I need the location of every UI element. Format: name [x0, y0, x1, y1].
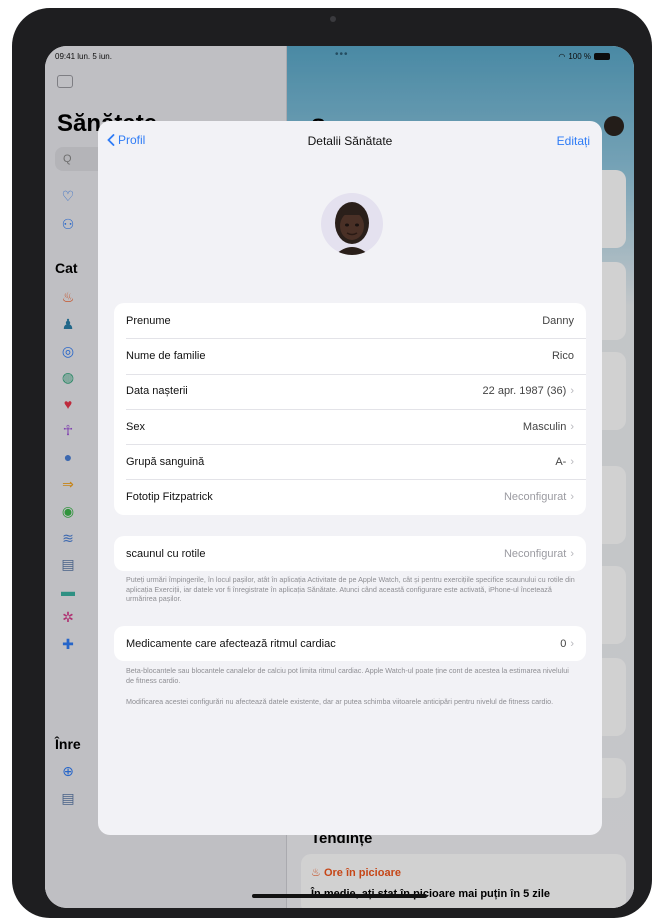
wheelchair-footnote: Puteți urmări împingerile, în locul pași…	[126, 575, 575, 603]
detail-value: A-	[555, 455, 567, 468]
detail-label: Fototip Fitzpatrick	[126, 491, 213, 504]
edit-button[interactable]: Editați	[557, 134, 590, 148]
detail-label: Prenume	[126, 314, 171, 327]
detail-value: Rico	[551, 349, 574, 362]
chevron-right-icon: ›	[570, 385, 574, 398]
wheelchair-list: scaunul cu rotile Neconfigurat ›	[114, 536, 586, 572]
wheelchair-value: Neconfigurat	[503, 547, 567, 560]
nav-bar: Profil Detalii Sănătate Editați	[98, 121, 602, 161]
chevron-right-icon: ›	[570, 547, 574, 560]
details-list: Prenume Danny Nume de familie Rico Data nașt…	[114, 303, 586, 515]
chevron-right-icon: ›	[570, 491, 574, 504]
detail-value: Danny	[542, 314, 574, 327]
sheet-title: Detalii Sănătate	[307, 134, 393, 148]
chevron-right-icon: ›	[570, 420, 574, 433]
camera	[330, 16, 336, 22]
detail-row[interactable]: Grupă sanguină A- ›	[114, 444, 586, 479]
screen: Sănătate Q ♡⚇♨♟◎◍♥☥●⇒◉≋▤▬✲✚⊕▤ Cat Înre S…	[45, 46, 634, 908]
detail-row[interactable]: Prenume Danny	[114, 303, 586, 338]
ipad-frame: Sănătate Q ♡⚇♨♟◎◍♥☥●⇒◉≋▤▬✲✚⊕▤ Cat Înre S…	[12, 8, 652, 918]
home-indicator[interactable]	[252, 894, 427, 898]
medications-list: Medicamente care afectează ritmul cardia…	[114, 626, 586, 662]
detail-value: 22 apr. 1987 (36)	[482, 385, 567, 398]
medications-value: 0	[560, 637, 567, 650]
detail-row[interactable]: Fototip Fitzpatrick Neconfigurat ›	[114, 479, 586, 514]
detail-label: Nume de familie	[126, 349, 206, 362]
detail-value: Masculin	[522, 420, 567, 433]
health-details-sheet: Profil Detalii Sănătate Editați Prenume D…	[98, 121, 602, 835]
detail-label: Data nașterii	[126, 385, 188, 398]
medications-footnote-2: Modificarea acestei configurări nu afect…	[126, 697, 554, 706]
detail-label: Grupă sanguină	[126, 455, 205, 468]
detail-row[interactable]: Sex Masculin ›	[114, 408, 586, 444]
medications-label: Medicamente care afectează ritmul cardia…	[126, 637, 336, 650]
wheelchair-label: scaunul cu rotile	[126, 547, 206, 560]
detail-row[interactable]: Nume de familie Rico	[114, 338, 586, 373]
detail-value: Neconfigurat	[503, 491, 567, 504]
medications-footnote-1: Beta-blocantele sau blocantele canalelor…	[126, 666, 569, 685]
detail-label: Sex	[126, 420, 145, 433]
chevron-right-icon: ›	[570, 455, 574, 468]
chevron-right-icon: ›	[570, 637, 574, 650]
medications-row[interactable]: Medicamente care afectează ritmul cardia…	[114, 626, 586, 661]
memoji-icon	[335, 202, 369, 255]
wheelchair-row[interactable]: scaunul cu rotile Neconfigurat ›	[114, 536, 586, 571]
detail-row[interactable]: Data nașterii 22 apr. 1987 (36) ›	[114, 373, 586, 409]
memoji-avatar	[321, 193, 383, 255]
